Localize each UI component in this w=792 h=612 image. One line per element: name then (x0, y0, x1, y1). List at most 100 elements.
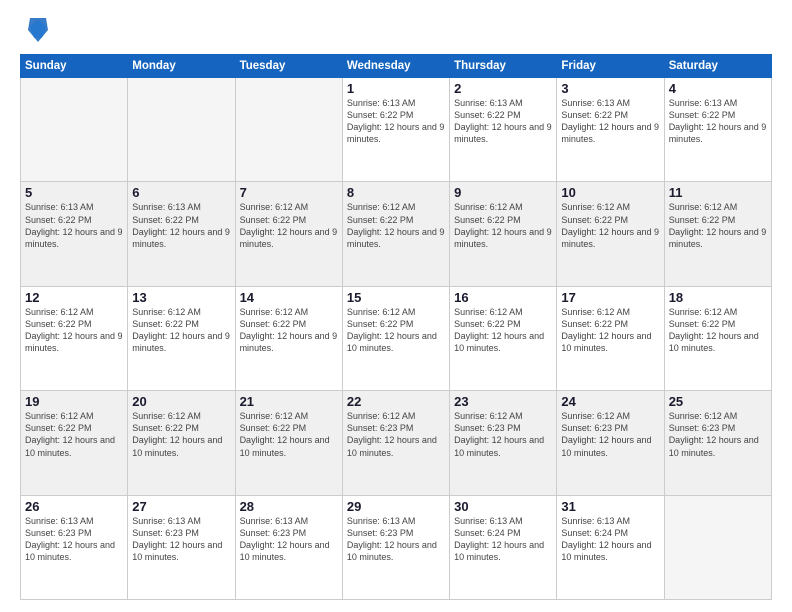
calendar-cell: 9Sunrise: 6:12 AM Sunset: 6:22 PM Daylig… (450, 182, 557, 286)
calendar-cell: 13Sunrise: 6:12 AM Sunset: 6:22 PM Dayli… (128, 286, 235, 390)
day-number: 28 (240, 499, 338, 514)
calendar-cell (235, 78, 342, 182)
day-number: 20 (132, 394, 230, 409)
day-info: Sunrise: 6:13 AM Sunset: 6:23 PM Dayligh… (25, 515, 123, 564)
day-info: Sunrise: 6:13 AM Sunset: 6:23 PM Dayligh… (240, 515, 338, 564)
day-info: Sunrise: 6:12 AM Sunset: 6:22 PM Dayligh… (454, 306, 552, 355)
calendar-cell: 22Sunrise: 6:12 AM Sunset: 6:23 PM Dayli… (342, 391, 449, 495)
day-info: Sunrise: 6:13 AM Sunset: 6:23 PM Dayligh… (347, 515, 445, 564)
day-number: 30 (454, 499, 552, 514)
calendar-cell: 28Sunrise: 6:13 AM Sunset: 6:23 PM Dayli… (235, 495, 342, 599)
calendar-cell (128, 78, 235, 182)
calendar-cell: 11Sunrise: 6:12 AM Sunset: 6:22 PM Dayli… (664, 182, 771, 286)
week-row-4: 19Sunrise: 6:12 AM Sunset: 6:22 PM Dayli… (21, 391, 772, 495)
day-info: Sunrise: 6:13 AM Sunset: 6:23 PM Dayligh… (132, 515, 230, 564)
day-info: Sunrise: 6:12 AM Sunset: 6:22 PM Dayligh… (669, 306, 767, 355)
day-info: Sunrise: 6:12 AM Sunset: 6:23 PM Dayligh… (561, 410, 659, 459)
weekday-header-saturday: Saturday (664, 55, 771, 78)
weekday-header-monday: Monday (128, 55, 235, 78)
day-number: 25 (669, 394, 767, 409)
calendar-cell: 2Sunrise: 6:13 AM Sunset: 6:22 PM Daylig… (450, 78, 557, 182)
calendar-cell: 30Sunrise: 6:13 AM Sunset: 6:24 PM Dayli… (450, 495, 557, 599)
calendar-cell: 10Sunrise: 6:12 AM Sunset: 6:22 PM Dayli… (557, 182, 664, 286)
day-info: Sunrise: 6:12 AM Sunset: 6:22 PM Dayligh… (561, 201, 659, 250)
calendar-cell: 4Sunrise: 6:13 AM Sunset: 6:22 PM Daylig… (664, 78, 771, 182)
day-info: Sunrise: 6:12 AM Sunset: 6:22 PM Dayligh… (132, 410, 230, 459)
week-row-2: 5Sunrise: 6:13 AM Sunset: 6:22 PM Daylig… (21, 182, 772, 286)
calendar-cell: 25Sunrise: 6:12 AM Sunset: 6:23 PM Dayli… (664, 391, 771, 495)
day-number: 23 (454, 394, 552, 409)
day-info: Sunrise: 6:12 AM Sunset: 6:22 PM Dayligh… (454, 201, 552, 250)
day-number: 31 (561, 499, 659, 514)
calendar-cell: 23Sunrise: 6:12 AM Sunset: 6:23 PM Dayli… (450, 391, 557, 495)
day-info: Sunrise: 6:13 AM Sunset: 6:22 PM Dayligh… (669, 97, 767, 146)
calendar-cell: 26Sunrise: 6:13 AM Sunset: 6:23 PM Dayli… (21, 495, 128, 599)
day-number: 4 (669, 81, 767, 96)
week-row-3: 12Sunrise: 6:12 AM Sunset: 6:22 PM Dayli… (21, 286, 772, 390)
day-number: 1 (347, 81, 445, 96)
calendar-cell: 18Sunrise: 6:12 AM Sunset: 6:22 PM Dayli… (664, 286, 771, 390)
weekday-header-thursday: Thursday (450, 55, 557, 78)
calendar-cell: 27Sunrise: 6:13 AM Sunset: 6:23 PM Dayli… (128, 495, 235, 599)
day-info: Sunrise: 6:12 AM Sunset: 6:23 PM Dayligh… (347, 410, 445, 459)
calendar-cell: 12Sunrise: 6:12 AM Sunset: 6:22 PM Dayli… (21, 286, 128, 390)
day-number: 14 (240, 290, 338, 305)
day-number: 18 (669, 290, 767, 305)
calendar-cell: 21Sunrise: 6:12 AM Sunset: 6:22 PM Dayli… (235, 391, 342, 495)
weekday-header-wednesday: Wednesday (342, 55, 449, 78)
day-info: Sunrise: 6:12 AM Sunset: 6:22 PM Dayligh… (669, 201, 767, 250)
day-number: 5 (25, 185, 123, 200)
day-number: 17 (561, 290, 659, 305)
day-info: Sunrise: 6:13 AM Sunset: 6:22 PM Dayligh… (454, 97, 552, 146)
calendar-cell: 14Sunrise: 6:12 AM Sunset: 6:22 PM Dayli… (235, 286, 342, 390)
day-number: 21 (240, 394, 338, 409)
calendar-cell: 15Sunrise: 6:12 AM Sunset: 6:22 PM Dayli… (342, 286, 449, 390)
day-info: Sunrise: 6:13 AM Sunset: 6:22 PM Dayligh… (25, 201, 123, 250)
calendar-cell: 24Sunrise: 6:12 AM Sunset: 6:23 PM Dayli… (557, 391, 664, 495)
day-number: 19 (25, 394, 123, 409)
weekday-header-friday: Friday (557, 55, 664, 78)
day-info: Sunrise: 6:12 AM Sunset: 6:22 PM Dayligh… (240, 410, 338, 459)
day-number: 11 (669, 185, 767, 200)
calendar-cell: 16Sunrise: 6:12 AM Sunset: 6:22 PM Dayli… (450, 286, 557, 390)
calendar-cell: 5Sunrise: 6:13 AM Sunset: 6:22 PM Daylig… (21, 182, 128, 286)
calendar-cell: 8Sunrise: 6:12 AM Sunset: 6:22 PM Daylig… (342, 182, 449, 286)
day-number: 22 (347, 394, 445, 409)
calendar-cell: 19Sunrise: 6:12 AM Sunset: 6:22 PM Dayli… (21, 391, 128, 495)
day-info: Sunrise: 6:12 AM Sunset: 6:22 PM Dayligh… (25, 410, 123, 459)
day-info: Sunrise: 6:12 AM Sunset: 6:23 PM Dayligh… (669, 410, 767, 459)
day-number: 29 (347, 499, 445, 514)
day-info: Sunrise: 6:13 AM Sunset: 6:24 PM Dayligh… (561, 515, 659, 564)
logo (20, 16, 50, 44)
calendar-cell: 29Sunrise: 6:13 AM Sunset: 6:23 PM Dayli… (342, 495, 449, 599)
header (20, 16, 772, 44)
day-info: Sunrise: 6:12 AM Sunset: 6:22 PM Dayligh… (132, 306, 230, 355)
day-info: Sunrise: 6:12 AM Sunset: 6:22 PM Dayligh… (240, 306, 338, 355)
page: SundayMondayTuesdayWednesdayThursdayFrid… (0, 0, 792, 612)
day-info: Sunrise: 6:12 AM Sunset: 6:23 PM Dayligh… (454, 410, 552, 459)
day-number: 13 (132, 290, 230, 305)
calendar: SundayMondayTuesdayWednesdayThursdayFrid… (20, 54, 772, 600)
day-info: Sunrise: 6:13 AM Sunset: 6:22 PM Dayligh… (347, 97, 445, 146)
calendar-cell: 3Sunrise: 6:13 AM Sunset: 6:22 PM Daylig… (557, 78, 664, 182)
day-info: Sunrise: 6:12 AM Sunset: 6:22 PM Dayligh… (25, 306, 123, 355)
weekday-header-tuesday: Tuesday (235, 55, 342, 78)
day-number: 7 (240, 185, 338, 200)
day-number: 26 (25, 499, 123, 514)
calendar-cell: 1Sunrise: 6:13 AM Sunset: 6:22 PM Daylig… (342, 78, 449, 182)
weekday-header-sunday: Sunday (21, 55, 128, 78)
calendar-cell: 17Sunrise: 6:12 AM Sunset: 6:22 PM Dayli… (557, 286, 664, 390)
day-number: 24 (561, 394, 659, 409)
day-number: 8 (347, 185, 445, 200)
day-info: Sunrise: 6:13 AM Sunset: 6:22 PM Dayligh… (561, 97, 659, 146)
day-info: Sunrise: 6:13 AM Sunset: 6:22 PM Dayligh… (132, 201, 230, 250)
calendar-cell (21, 78, 128, 182)
weekday-header-row: SundayMondayTuesdayWednesdayThursdayFrid… (21, 55, 772, 78)
calendar-cell: 6Sunrise: 6:13 AM Sunset: 6:22 PM Daylig… (128, 182, 235, 286)
week-row-5: 26Sunrise: 6:13 AM Sunset: 6:23 PM Dayli… (21, 495, 772, 599)
calendar-cell: 20Sunrise: 6:12 AM Sunset: 6:22 PM Dayli… (128, 391, 235, 495)
day-info: Sunrise: 6:12 AM Sunset: 6:22 PM Dayligh… (347, 306, 445, 355)
day-number: 10 (561, 185, 659, 200)
day-info: Sunrise: 6:12 AM Sunset: 6:22 PM Dayligh… (240, 201, 338, 250)
day-number: 12 (25, 290, 123, 305)
